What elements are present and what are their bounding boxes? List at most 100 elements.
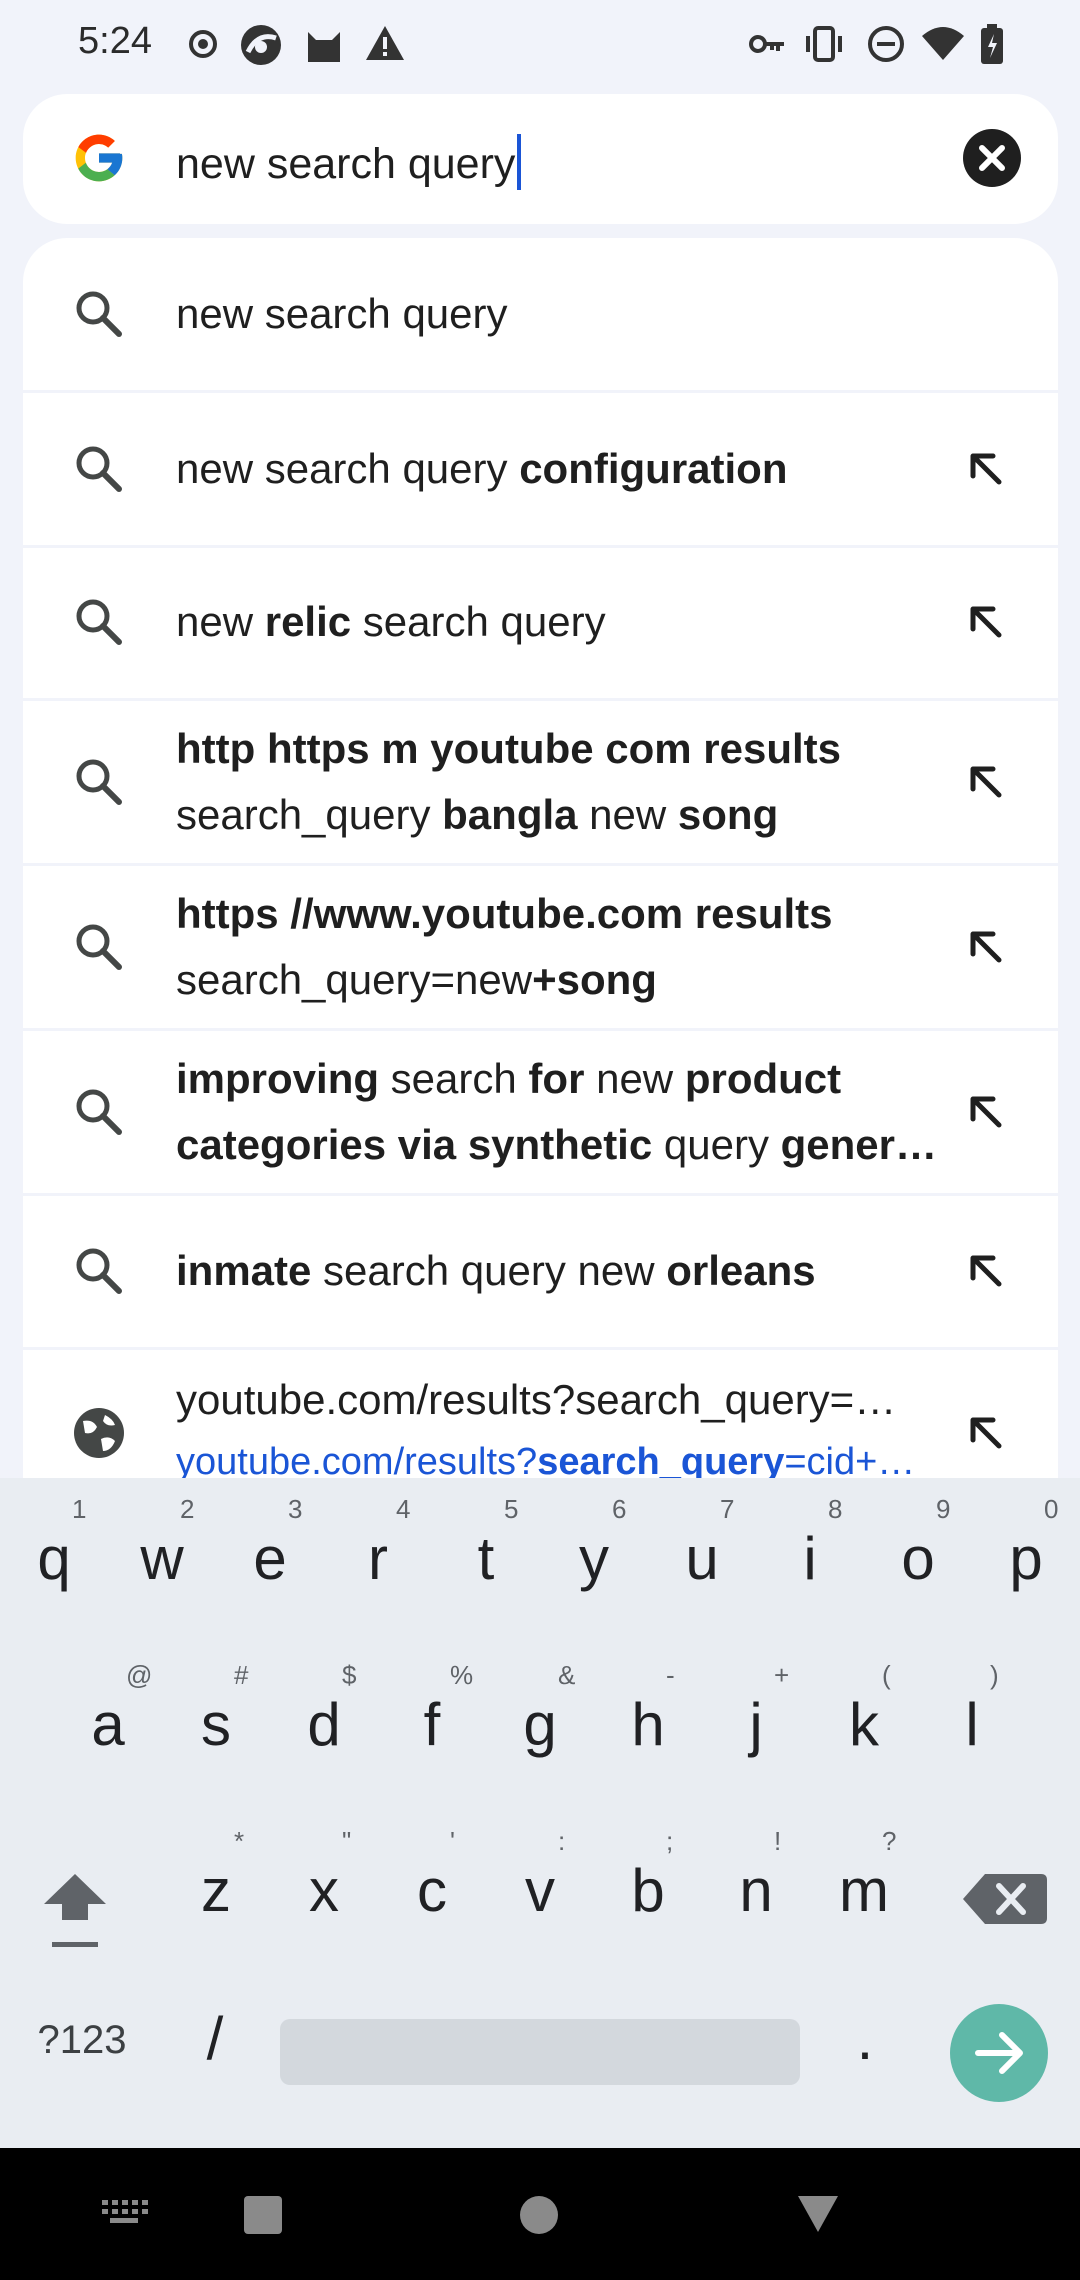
key-a[interactable]: @ a (54, 1660, 162, 1810)
suggestion-row[interactable]: new search query configuration (23, 393, 1058, 548)
suggestion-segment: https //www.youtube.com results (176, 889, 833, 937)
text-caret (517, 134, 522, 190)
alert-icon (364, 22, 406, 66)
key-hint: * (234, 1826, 245, 1856)
suggestion-segment: search query new (311, 1247, 667, 1294)
suggestion-segment: new (176, 598, 265, 645)
key-label: n (739, 1857, 773, 1924)
suggestion-segment: new search query (176, 290, 508, 337)
search-box[interactable]: new search query (23, 94, 1058, 224)
search-icon (71, 594, 125, 648)
space-bar[interactable] (280, 2019, 800, 2085)
key-o[interactable]: 9o (864, 1494, 972, 1644)
key-hint: 8 (828, 1494, 843, 1524)
key-hint: ; (666, 1826, 674, 1856)
key-d[interactable]: $ d (270, 1660, 378, 1810)
suggestion-row[interactable]: http https m youtube com results search_q… (23, 700, 1058, 866)
key-label: q (37, 1525, 71, 1592)
suggestion-text: improving search for new product categori… (176, 1046, 956, 1178)
go-button[interactable] (950, 2004, 1048, 2102)
suggestion-segment: relic (264, 598, 352, 645)
suggestion-row[interactable]: new relic search query (23, 546, 1058, 701)
key-w[interactable]: 2w (108, 1494, 216, 1644)
suggestion-line-1: inmate search query new orleans (176, 1238, 956, 1304)
vibrate-icon (802, 22, 846, 66)
key-label: a (91, 1691, 125, 1758)
key-i[interactable]: 8i (756, 1494, 864, 1644)
fill-query-arrow-icon[interactable] (963, 924, 1009, 970)
shift-key[interactable] (22, 1850, 128, 1970)
key-j[interactable]: + j (702, 1660, 810, 1810)
suggestion-line-1: improving search for new product (176, 1046, 956, 1112)
suggestion-text: new search query (176, 281, 956, 347)
fill-query-arrow-icon[interactable] (963, 1248, 1009, 1294)
backspace-icon (963, 1874, 1047, 1924)
key-hint: & (558, 1660, 576, 1690)
key-label: b (631, 1857, 665, 1924)
keyboard-switch-icon[interactable] (100, 2198, 148, 2228)
search-icon (71, 286, 125, 340)
key-label: v (525, 1857, 555, 1924)
key-r[interactable]: 4r (324, 1494, 432, 1644)
period-key[interactable]: . (810, 2004, 920, 2073)
key-u[interactable]: 7u (648, 1494, 756, 1644)
key-t[interactable]: 5t (432, 1494, 540, 1644)
key-e[interactable]: 3e (216, 1494, 324, 1644)
key-k[interactable]: (k (810, 1660, 918, 1810)
symbols-key[interactable]: ?123 (20, 2018, 144, 2063)
suggestion-row[interactable]: new search query (23, 238, 1058, 393)
key-hint: ) (990, 1660, 999, 1690)
key-l[interactable]: ) l (918, 1660, 1026, 1810)
suggestion-row[interactable]: inmate search query new orleans (23, 1195, 1058, 1350)
key-x[interactable]: " x (270, 1826, 378, 1976)
suggestion-url-row[interactable]: youtube.com/results?search_query=… youtub… (23, 1350, 1058, 1478)
search-input[interactable]: new search query (176, 134, 522, 190)
key-hint: : (558, 1826, 566, 1856)
key-g[interactable]: & g (486, 1660, 594, 1810)
suggestion-text: new relic search query (176, 589, 956, 655)
back-icon[interactable] (794, 2192, 842, 2236)
fill-query-arrow-icon[interactable] (963, 446, 1009, 492)
suggestion-segment: +song (532, 955, 657, 1003)
fill-query-arrow-icon[interactable] (963, 759, 1009, 805)
home-icon[interactable] (518, 2194, 560, 2236)
key-p[interactable]: 0p (972, 1494, 1080, 1644)
key-b[interactable]: ; b (594, 1826, 702, 1976)
key-label: f (423, 1691, 441, 1758)
key-hint: 4 (396, 1494, 411, 1524)
key-q[interactable]: 1q (0, 1494, 108, 1644)
key-hint: 9 (936, 1494, 951, 1524)
recents-icon[interactable] (242, 2194, 284, 2236)
fill-query-arrow-icon[interactable] (963, 1089, 1009, 1135)
key-n[interactable]: ! n (702, 1826, 810, 1976)
fill-query-arrow-icon[interactable] (963, 599, 1009, 645)
clear-button[interactable] (963, 129, 1021, 187)
key-label: g (523, 1691, 557, 1758)
key-label: y (579, 1525, 609, 1592)
suggestion-line-1: new search query configuration (176, 436, 956, 502)
key-y[interactable]: 6y (540, 1494, 648, 1644)
key-v[interactable]: :v (486, 1826, 594, 1976)
suggestion-segment: search_query=new (176, 955, 533, 1003)
suggestion-row[interactable]: improving search for new product categori… (23, 1030, 1058, 1196)
suggestion-segment: improving (176, 1054, 380, 1102)
backspace-key[interactable] (955, 1860, 1055, 1960)
fill-query-arrow-icon[interactable] (963, 1410, 1009, 1456)
globe-icon (71, 1405, 127, 1461)
suggestion-text: https //www.youtube.com results search_qu… (176, 881, 956, 1013)
key-c[interactable]: ' c (378, 1826, 486, 1976)
key-label: c (417, 1857, 447, 1924)
slash-key[interactable]: / (160, 2004, 270, 2073)
suggestion-line-1: new search query (176, 281, 956, 347)
suggestion-row[interactable]: https //www.youtube.com results search_qu… (23, 865, 1058, 1031)
key-hint: 5 (504, 1494, 519, 1524)
key-z[interactable]: * z (162, 1826, 270, 1976)
key-m[interactable]: ? m (810, 1826, 918, 1976)
suggestion-segment: orleans (666, 1247, 816, 1294)
suggestion-segment: categories via synthetic (176, 1120, 653, 1168)
suggestion-segment: inmate (176, 1247, 312, 1294)
key-h[interactable]: -h (594, 1660, 702, 1810)
key-s[interactable]: # s (162, 1660, 270, 1810)
suggestion-segment: product (684, 1054, 842, 1102)
key-f[interactable]: % f (378, 1660, 486, 1810)
